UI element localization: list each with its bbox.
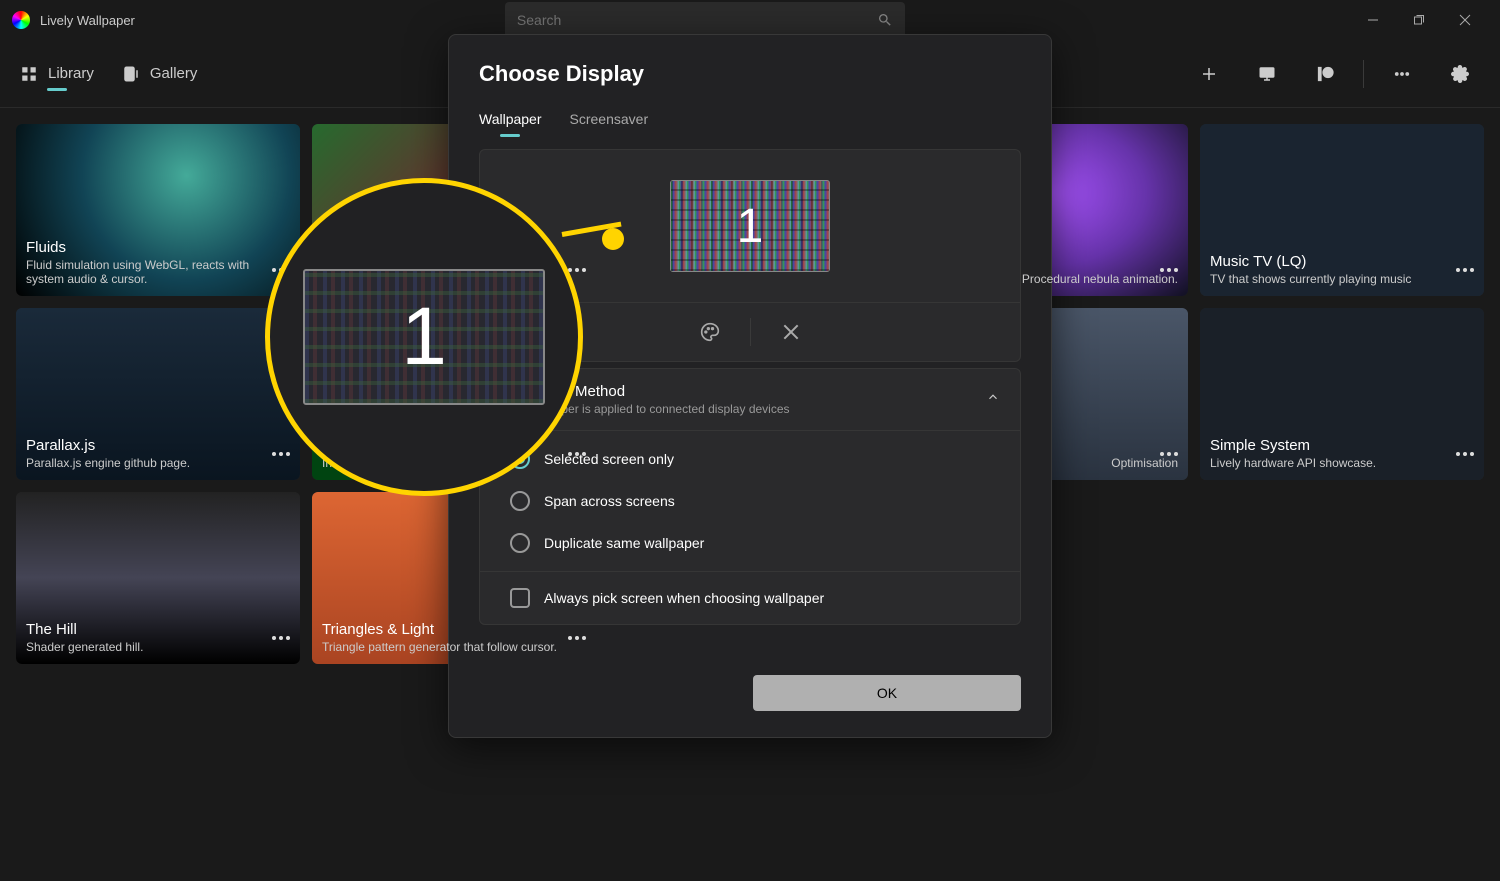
annotation-magnifier: 1	[265, 178, 583, 496]
radio-icon	[510, 491, 530, 511]
annotation-anchor-dot	[602, 228, 624, 250]
card-title: Fluids	[26, 239, 290, 256]
card-more-button[interactable]	[1155, 256, 1183, 284]
always-pick-checkbox-row[interactable]: Always pick screen when choosing wallpap…	[480, 571, 1020, 624]
modal-title: Choose Display	[449, 61, 1051, 101]
card-title: Parallax.js	[26, 437, 290, 454]
radio-duplicate[interactable]: Duplicate same wallpaper	[510, 533, 990, 553]
card-desc: Optimisation	[914, 456, 1178, 470]
action-divider	[750, 318, 751, 346]
card-desc: Lively hardware API showcase.	[1210, 456, 1474, 470]
monitor-number: 1	[737, 199, 764, 254]
identify-button[interactable]	[680, 313, 740, 351]
card-title: The Hill	[26, 621, 290, 638]
radio-icon	[510, 533, 530, 553]
remove-display-button[interactable]	[761, 313, 821, 351]
chevron-up-icon	[986, 390, 1000, 409]
card-more-button[interactable]	[563, 624, 591, 652]
display-monitor-1[interactable]: 1	[670, 180, 830, 272]
card-more-button[interactable]	[267, 624, 295, 652]
magnified-number: 1	[401, 290, 447, 384]
ok-button[interactable]: OK	[753, 675, 1021, 711]
modal-tab-screensaver[interactable]: Screensaver	[570, 101, 649, 137]
card-more-button[interactable]	[1451, 256, 1479, 284]
checkbox-label: Always pick screen when choosing wallpap…	[544, 590, 824, 606]
card-desc: Procedural nebula animation.	[914, 272, 1178, 286]
card-title: Music TV (LQ)	[1210, 253, 1474, 270]
checkbox-icon	[510, 588, 530, 608]
radio-label: Duplicate same wallpaper	[544, 535, 704, 551]
card-title: Triangles & Light	[322, 621, 586, 638]
card-desc: TV that shows currently playing music	[1210, 272, 1474, 286]
card-title: Simple System	[1210, 437, 1474, 454]
card-desc: Shader generated hill.	[26, 640, 290, 654]
card-more-button[interactable]	[1451, 440, 1479, 468]
card-more-button[interactable]	[563, 440, 591, 468]
close-icon	[783, 324, 799, 340]
radio-label: Span across screens	[544, 493, 675, 509]
radio-span-screens[interactable]: Span across screens	[510, 491, 990, 511]
magnified-monitor: 1	[303, 269, 545, 405]
card-desc: Triangle pattern generator that follow c…	[322, 640, 586, 654]
modal-tab-wallpaper[interactable]: Wallpaper	[479, 101, 542, 137]
card-desc: Fluid simulation using WebGL, reacts wit…	[26, 258, 290, 286]
card-more-button[interactable]	[1155, 440, 1183, 468]
card-desc: Parallax.js engine github page.	[26, 456, 290, 470]
palette-icon	[700, 322, 720, 342]
card-more-button[interactable]	[267, 440, 295, 468]
